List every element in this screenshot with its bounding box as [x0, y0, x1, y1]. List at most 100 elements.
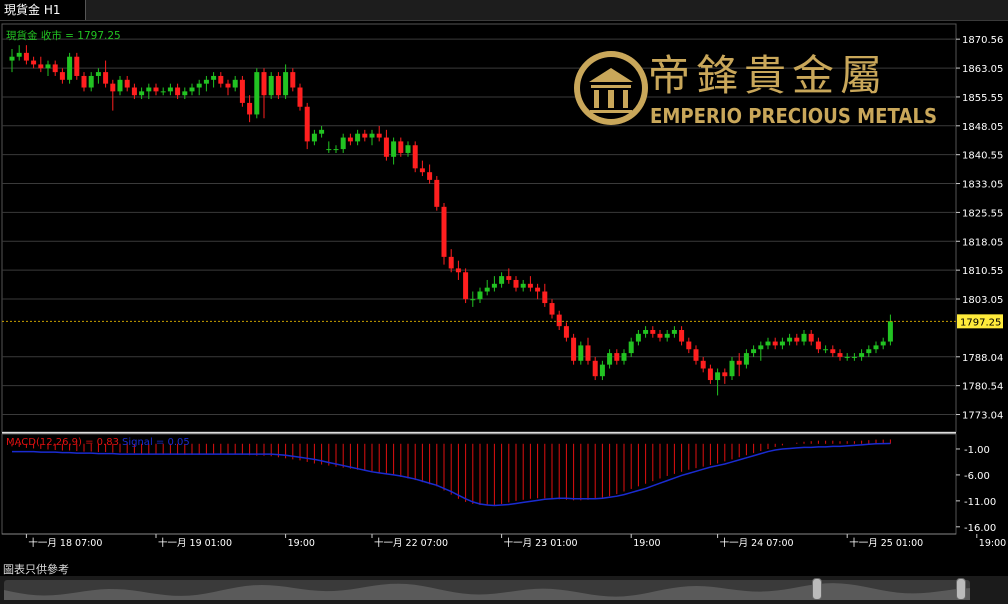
candle-body — [851, 356, 857, 358]
scroll-handle-right[interactable] — [956, 578, 966, 600]
candle-body — [419, 168, 425, 173]
candle-body — [844, 356, 850, 358]
candle-body — [81, 75, 87, 88]
candle-body — [650, 330, 656, 334]
tab-bar: 現貨金 H1 — [0, 0, 1008, 21]
candle-body — [499, 276, 505, 284]
candle-body — [686, 341, 692, 350]
disclaimer-note: 圖表只供參考 — [3, 563, 69, 576]
y-tick-label: 1855.55 — [962, 93, 1003, 104]
candle-body — [823, 349, 829, 351]
candle-body — [405, 145, 411, 153]
candle-body — [607, 353, 613, 365]
candle-body — [527, 283, 533, 288]
candle-body — [866, 349, 872, 354]
candle-body — [268, 75, 274, 96]
candle-body — [247, 102, 253, 115]
candle-body — [808, 333, 814, 342]
candle-body — [621, 353, 627, 361]
candle-body — [74, 56, 80, 76]
candle-body — [95, 72, 101, 76]
price-chart[interactable]: 帝鋒貴金屬 EMPERIO PRECIOUS METALS 1870.56 186… — [0, 20, 1008, 560]
candle-body — [635, 333, 641, 342]
candle-body — [801, 333, 807, 342]
candle-body — [412, 145, 418, 169]
y-tick-label: 1788.04 — [962, 353, 1003, 364]
x-tick-label: 十一月 19 01:00 — [158, 537, 232, 549]
candle-body — [715, 372, 721, 381]
scroll-handle-left[interactable] — [812, 578, 822, 600]
candle-body — [549, 303, 555, 315]
candle-body — [707, 368, 713, 381]
candle-body — [189, 87, 195, 92]
y-tick-label: 1833.05 — [962, 180, 1003, 191]
y-tick-label: 1840.55 — [962, 151, 1003, 162]
time-axis: 十一月 18 07:00 十一月 19 01:00 19:00 十一月 22 07:0… — [2, 533, 1006, 549]
candle-body — [117, 79, 123, 92]
candle-body — [146, 87, 152, 92]
candle-body — [599, 364, 605, 377]
candle-body — [779, 341, 785, 346]
chart-tab[interactable]: 現貨金 H1 — [0, 0, 86, 20]
price-axis: 1870.56 1863.05 1855.55 1848.05 1840.55 1833.… — [956, 35, 1003, 422]
overview-area — [4, 583, 970, 600]
macd-axis: -1.00 -6.00 -11.00 -16.00 — [956, 445, 996, 534]
y-tick-label: 1810.55 — [962, 266, 1003, 277]
candle-body — [304, 106, 310, 142]
candle-body — [585, 345, 591, 361]
candle-body — [542, 291, 548, 304]
last-price-label: 1797.25 — [960, 317, 1001, 328]
candle-body — [196, 83, 202, 88]
candle-body — [38, 64, 44, 69]
candle-body — [513, 279, 519, 288]
macd-y-tick-label: -16.00 — [964, 523, 996, 534]
candle-body — [743, 353, 749, 365]
candle-body — [333, 149, 339, 151]
candle-body — [347, 137, 353, 142]
candle-body — [139, 91, 145, 96]
scrollbar-overview — [4, 583, 970, 600]
candle-body — [671, 330, 677, 334]
candle-body — [218, 75, 224, 84]
candle-body — [837, 353, 843, 357]
candle-body — [275, 75, 281, 96]
candle-body — [182, 91, 188, 96]
candle-body — [362, 133, 368, 138]
candle-body — [67, 56, 73, 80]
candle-body — [131, 87, 137, 96]
candle-body — [297, 87, 303, 107]
candle-body — [441, 206, 447, 257]
candle-body — [679, 330, 685, 342]
macd-y-tick-label: -1.00 — [964, 445, 990, 456]
candle-body — [643, 330, 649, 334]
candle-body — [175, 87, 181, 96]
candle-body — [203, 79, 209, 84]
candle-body — [52, 64, 58, 73]
candle-body — [477, 291, 483, 300]
candle-body — [729, 360, 735, 377]
macd-y-tick-label: -6.00 — [964, 471, 990, 482]
candle-body — [59, 72, 65, 80]
candle-body — [880, 341, 886, 346]
candle-body — [369, 133, 375, 138]
candle-body — [772, 341, 778, 346]
candle-body — [16, 52, 22, 57]
candle-body — [664, 333, 670, 338]
candle-body — [787, 337, 793, 342]
y-tick-label: 1825.55 — [962, 208, 1003, 219]
candle-body — [484, 287, 490, 292]
candle-body — [592, 360, 598, 377]
candle-body — [887, 321, 893, 342]
y-tick-label: 1818.05 — [962, 237, 1003, 248]
candle-body — [110, 83, 116, 92]
candle-body — [491, 283, 497, 288]
macd-panel-frame — [1, 433, 957, 535]
history-scrollbar[interactable] — [0, 576, 1008, 604]
candle-body — [722, 372, 728, 377]
candle-body — [290, 72, 296, 88]
candle-body — [455, 268, 461, 273]
y-tick-label: 1780.54 — [962, 382, 1003, 393]
scrollbar-track[interactable] — [4, 580, 970, 600]
y-tick-label: 1848.05 — [962, 122, 1003, 133]
candle-body — [124, 79, 130, 88]
